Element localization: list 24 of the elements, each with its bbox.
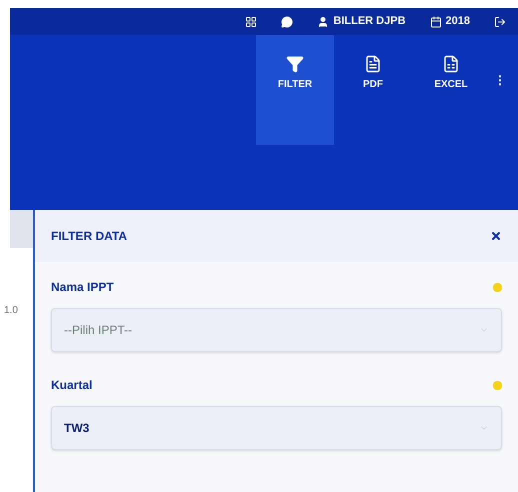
select-field[interactable]: TW3 — [51, 406, 502, 450]
chat-icon[interactable] — [281, 16, 294, 28]
calendar-icon — [430, 16, 442, 28]
table-header-background — [10, 210, 33, 248]
field-label: Nama IPPT — [51, 279, 114, 296]
close-icon[interactable] — [490, 230, 502, 242]
required-marker-icon — [493, 380, 502, 390]
panel-title: FILTER DATA — [51, 228, 127, 245]
toolbar-button[interactable]: EXCEL — [412, 35, 490, 145]
spreadsheet-icon — [442, 55, 460, 73]
field-label: Kuartal — [51, 377, 92, 394]
required-marker-icon — [493, 282, 502, 292]
toolbar-button[interactable]: FILTER — [256, 35, 334, 145]
more-button[interactable]: ⋮ — [490, 35, 510, 89]
user-name[interactable]: BILLER DJPB — [333, 13, 406, 30]
toolbar-button[interactable]: PDF — [334, 35, 412, 145]
document-icon — [364, 55, 382, 73]
axis-label: 1.0 — [4, 304, 19, 318]
filter-icon — [286, 55, 304, 73]
user-icon — [317, 16, 330, 28]
select-field[interactable]: --Pilih IPPT-- — [51, 308, 502, 352]
grid-icon[interactable] — [245, 16, 258, 28]
year-label[interactable]: 2018 — [446, 13, 470, 30]
logout-icon[interactable] — [494, 16, 506, 28]
